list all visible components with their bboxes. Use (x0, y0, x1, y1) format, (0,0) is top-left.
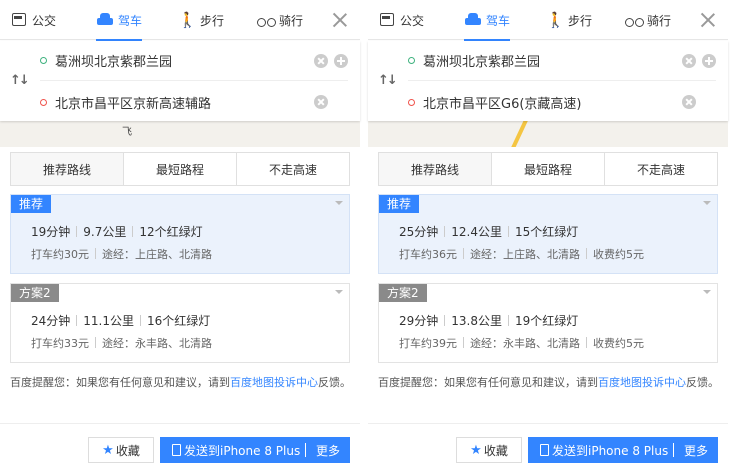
route-search-box: ↑↓ 葛洲坝北京紫郡兰园 北京市昌平区京新高速辅路 (0, 41, 360, 121)
route-details: 打车约36元 途经：上庄路、北清路 收费约5元 (399, 248, 644, 261)
start-point-field[interactable]: 葛洲坝北京紫郡兰园 (40, 41, 348, 81)
bus-icon (378, 12, 396, 28)
divider (0, 423, 360, 424)
feedback-notice: 百度提醒您：如果您有任何意见和建议，请到百度地图投诉中心反馈。 (378, 376, 719, 389)
more-button[interactable]: 更多 (306, 437, 350, 463)
send-to-phone-button[interactable]: 发送到iPhone 8 Plus (160, 437, 305, 463)
phone-icon (540, 444, 549, 456)
add-waypoint-icon[interactable] (702, 53, 716, 68)
route-panel-1: 公交 驾车 🚶 步行 骑行 ↑↓ 葛洲坝北京紫郡兰园 北京市昌平区京新高速辅路 飞… (0, 0, 360, 469)
end-point-field[interactable]: 北京市昌平区G6(京藏高速) (408, 82, 716, 122)
route-strategy-tabs: 推荐路线 最短路程 不走高速 (378, 152, 718, 186)
start-dot-icon (408, 57, 415, 64)
chevron-down-icon[interactable] (335, 290, 343, 294)
mode-tab-bike[interactable]: 骑行 (257, 0, 303, 40)
more-button[interactable]: 更多 (674, 437, 718, 463)
tab-recommended[interactable]: 推荐路线 (11, 153, 123, 185)
mode-tab-bus[interactable]: 公交 (378, 0, 424, 40)
car-icon (464, 12, 482, 28)
close-icon[interactable] (698, 10, 718, 30)
clear-icon[interactable] (314, 95, 328, 109)
car-icon (96, 12, 114, 28)
complaint-center-link[interactable]: 百度地图投诉中心 (598, 376, 686, 389)
clear-icon[interactable] (682, 53, 696, 68)
route-option-1[interactable]: 推荐 25分钟 12.4公里 15个红绿灯 打车约36元 途经：上庄路、北清路 收费约5… (378, 194, 718, 274)
route-summary: 25分钟 12.4公里 15个红绿灯 (399, 225, 579, 239)
walk-icon: 🚶 (546, 11, 565, 29)
end-dot-icon (40, 98, 47, 106)
bus-icon (10, 12, 28, 28)
send-to-phone-group: 发送到iPhone 8 Plus 更多 (528, 437, 718, 463)
route-tag: 方案2 (379, 284, 427, 302)
mode-tab-drive[interactable]: 驾车 (96, 0, 143, 41)
route-option-1[interactable]: 推荐 19分钟 9.7公里 12个红绿灯 打车约30元 途经：上庄路、北清路 (10, 194, 350, 274)
route-details: 打车约39元 途经：永丰路、北清路 收费约5元 (399, 337, 644, 350)
route-tag: 推荐 (11, 195, 52, 213)
start-dot-icon (40, 57, 47, 64)
map-road (509, 121, 531, 147)
send-to-phone-button[interactable]: 发送到iPhone 8 Plus (528, 437, 673, 463)
send-to-phone-group: 发送到iPhone 8 Plus 更多 (160, 437, 350, 463)
favorite-button[interactable]: ★ 收藏 (456, 437, 522, 463)
clear-icon[interactable] (314, 53, 328, 68)
complaint-center-link[interactable]: 百度地图投诉中心 (230, 376, 318, 389)
map-background[interactable] (368, 121, 728, 147)
route-details: 打车约30元 途经：上庄路、北清路 (31, 248, 212, 261)
travel-mode-bar: 公交 驾车 🚶 步行 骑行 (368, 0, 728, 41)
star-icon: ★ (470, 442, 482, 458)
bike-icon (257, 12, 276, 28)
feedback-notice: 百度提醒您：如果您有任何意见和建议，请到百度地图投诉中心反馈。 (10, 376, 351, 389)
divider (368, 423, 728, 424)
route-summary: 24分钟 11.1公里 16个红绿灯 (31, 314, 211, 328)
walk-icon: 🚶 (178, 11, 197, 29)
clear-icon[interactable] (682, 95, 696, 109)
route-summary: 29分钟 13.8公里 19个红绿灯 (399, 314, 579, 328)
mode-tab-walk[interactable]: 🚶 步行 (546, 0, 592, 40)
swap-icon[interactable]: ↑↓ (10, 73, 30, 88)
start-point-text: 葛洲坝北京紫郡兰园 (55, 55, 173, 70)
route-option-2[interactable]: 方案2 29分钟 13.8公里 19个红绿灯 打车约39元 途经：永丰路、北清路 收费约… (378, 283, 718, 363)
mode-tab-walk[interactable]: 🚶 步行 (178, 0, 224, 40)
tab-no-highway[interactable]: 不走高速 (236, 153, 349, 185)
tab-no-highway[interactable]: 不走高速 (604, 153, 717, 185)
route-option-2[interactable]: 方案2 24分钟 11.1公里 16个红绿灯 打车约33元 途经：永丰路、北清路 (10, 283, 350, 363)
tab-shortest[interactable]: 最短路程 (123, 153, 236, 185)
mode-tab-bike[interactable]: 骑行 (625, 0, 671, 40)
favorite-button[interactable]: ★ 收藏 (88, 437, 154, 463)
swap-icon[interactable]: ↑↓ (378, 73, 398, 88)
route-search-box: ↑↓ 葛洲坝北京紫郡兰园 北京市昌平区G6(京藏高速) (368, 41, 728, 121)
tab-shortest[interactable]: 最短路程 (491, 153, 604, 185)
chevron-down-icon[interactable] (335, 201, 343, 205)
travel-mode-bar: 公交 驾车 🚶 步行 骑行 (0, 0, 360, 41)
route-tag: 方案2 (11, 284, 59, 302)
tab-recommended[interactable]: 推荐路线 (379, 153, 491, 185)
end-point-field[interactable]: 北京市昌平区京新高速辅路 (40, 82, 348, 122)
route-details: 打车约33元 途经：永丰路、北清路 (31, 337, 212, 350)
bike-icon (625, 12, 644, 28)
end-dot-icon (408, 98, 415, 106)
route-panel-2: 公交 驾车 🚶 步行 骑行 ↑↓ 葛洲坝北京紫郡兰园 北京市昌平区G6(京藏高速)… (368, 0, 728, 469)
end-point-text: 北京市昌平区京新高速辅路 (55, 96, 212, 112)
chevron-down-icon[interactable] (703, 290, 711, 294)
route-tag: 推荐 (379, 195, 420, 213)
close-icon[interactable] (330, 10, 350, 30)
route-summary: 19分钟 9.7公里 12个红绿灯 (31, 225, 203, 239)
start-point-field[interactable]: 葛洲坝北京紫郡兰园 (408, 41, 716, 81)
chevron-down-icon[interactable] (703, 201, 711, 205)
star-icon: ★ (102, 442, 114, 458)
mode-tab-bus[interactable]: 公交 (10, 0, 56, 40)
end-point-text: 北京市昌平区G6(京藏高速) (423, 96, 582, 112)
mode-tab-drive[interactable]: 驾车 (464, 0, 511, 41)
route-strategy-tabs: 推荐路线 最短路程 不走高速 (10, 152, 350, 186)
map-label: 飞 (122, 127, 132, 138)
map-background[interactable]: 飞 (0, 121, 360, 147)
add-waypoint-icon[interactable] (334, 53, 348, 68)
start-point-text: 葛洲坝北京紫郡兰园 (423, 55, 541, 70)
phone-icon (172, 444, 181, 456)
